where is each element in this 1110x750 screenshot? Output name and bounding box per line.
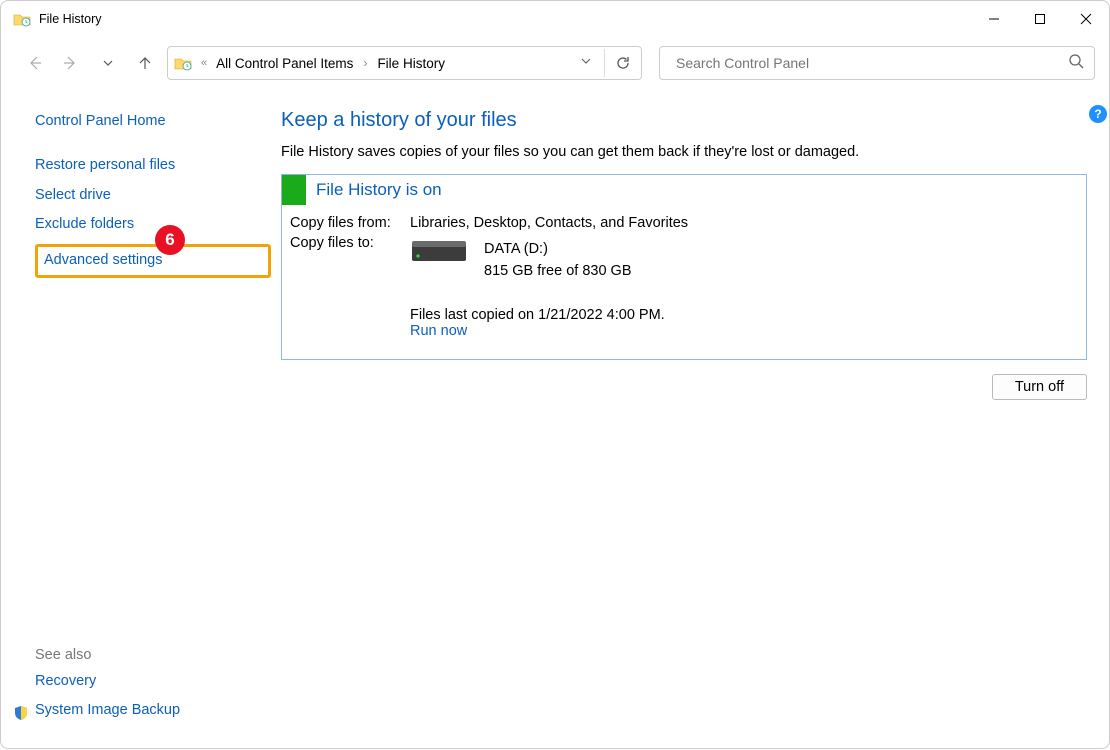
sidebar-advanced-link[interactable]: Advanced settings [44, 250, 163, 272]
sidebar-restore-link[interactable]: Restore personal files [35, 155, 271, 177]
drive-name: DATA (D:) [484, 239, 632, 261]
search-icon[interactable] [1068, 53, 1084, 74]
maximize-button[interactable] [1017, 1, 1063, 37]
search-input[interactable] [674, 54, 1068, 72]
chevron-right-icon: › [357, 56, 373, 70]
status-title: File History is on [306, 180, 442, 200]
see-also-section: See also Recovery System Image Backup [35, 647, 271, 750]
page-title: Keep a history of your files [281, 109, 1087, 132]
nav-recent-dropdown[interactable] [93, 48, 123, 78]
breadcrumb-overflow[interactable]: « [196, 57, 212, 69]
search-box[interactable] [659, 46, 1095, 80]
window-controls [971, 1, 1109, 37]
copy-from-value: Libraries, Desktop, Contacts, and Favori… [410, 215, 688, 231]
status-details: Copy files from: Libraries, Desktop, Con… [282, 205, 1086, 359]
sidebar-select-drive-link[interactable]: Select drive [35, 185, 271, 207]
sidebar-home-link[interactable]: Control Panel Home [35, 111, 271, 133]
close-button[interactable] [1063, 1, 1109, 37]
help-icon[interactable]: ? [1089, 105, 1107, 123]
sidebar-advanced-highlight: Advanced settings [35, 244, 271, 278]
address-bar[interactable]: « All Control Panel Items › File History [167, 46, 642, 80]
refresh-button[interactable] [604, 49, 635, 77]
copy-from-label: Copy files from: [290, 215, 410, 231]
annotation-step-number: 6 [165, 230, 174, 250]
nav-up-button[interactable] [130, 48, 160, 78]
status-box: File History is on Copy files from: Libr… [281, 174, 1087, 360]
nav-bar: « All Control Panel Items › File History [1, 37, 1109, 89]
minimize-button[interactable] [971, 1, 1017, 37]
window-title: File History [39, 12, 102, 26]
see-also-header: See also [35, 647, 271, 663]
shield-icon [13, 705, 29, 726]
sidebar-exclude-link[interactable]: Exclude folders [35, 214, 271, 236]
annotation-step-badge: 6 [155, 225, 185, 255]
nav-back-button[interactable] [19, 48, 49, 78]
sidebar: Control Panel Home Restore personal file… [1, 89, 271, 750]
see-also-sysimg-link[interactable]: System Image Backup [35, 700, 180, 722]
run-now-link[interactable]: Run now [410, 323, 467, 339]
address-dropdown[interactable] [574, 54, 598, 72]
turn-off-button[interactable]: Turn off [992, 374, 1087, 400]
see-also-recovery-link[interactable]: Recovery [35, 671, 271, 693]
drive-icon [410, 239, 468, 265]
nav-forward-button[interactable] [56, 48, 86, 78]
breadcrumb-item[interactable]: All Control Panel Items [212, 56, 357, 71]
status-indicator-on [282, 175, 306, 205]
copy-to-label: Copy files to: [290, 235, 410, 283]
breadcrumb-item[interactable]: File History [373, 56, 449, 71]
main-panel: ? Keep a history of your files File Hist… [271, 89, 1109, 750]
status-header: File History is on [282, 175, 1086, 205]
folder-history-icon [174, 54, 192, 72]
last-copied-text: Files last copied on 1/21/2022 4:00 PM. [410, 307, 665, 323]
folder-history-icon [13, 10, 31, 28]
drive-free-space: 815 GB free of 830 GB [484, 261, 632, 283]
page-description: File History saves copies of your files … [281, 144, 1087, 160]
content-area: Control Panel Home Restore personal file… [1, 89, 1109, 750]
title-bar: File History [1, 1, 1109, 37]
